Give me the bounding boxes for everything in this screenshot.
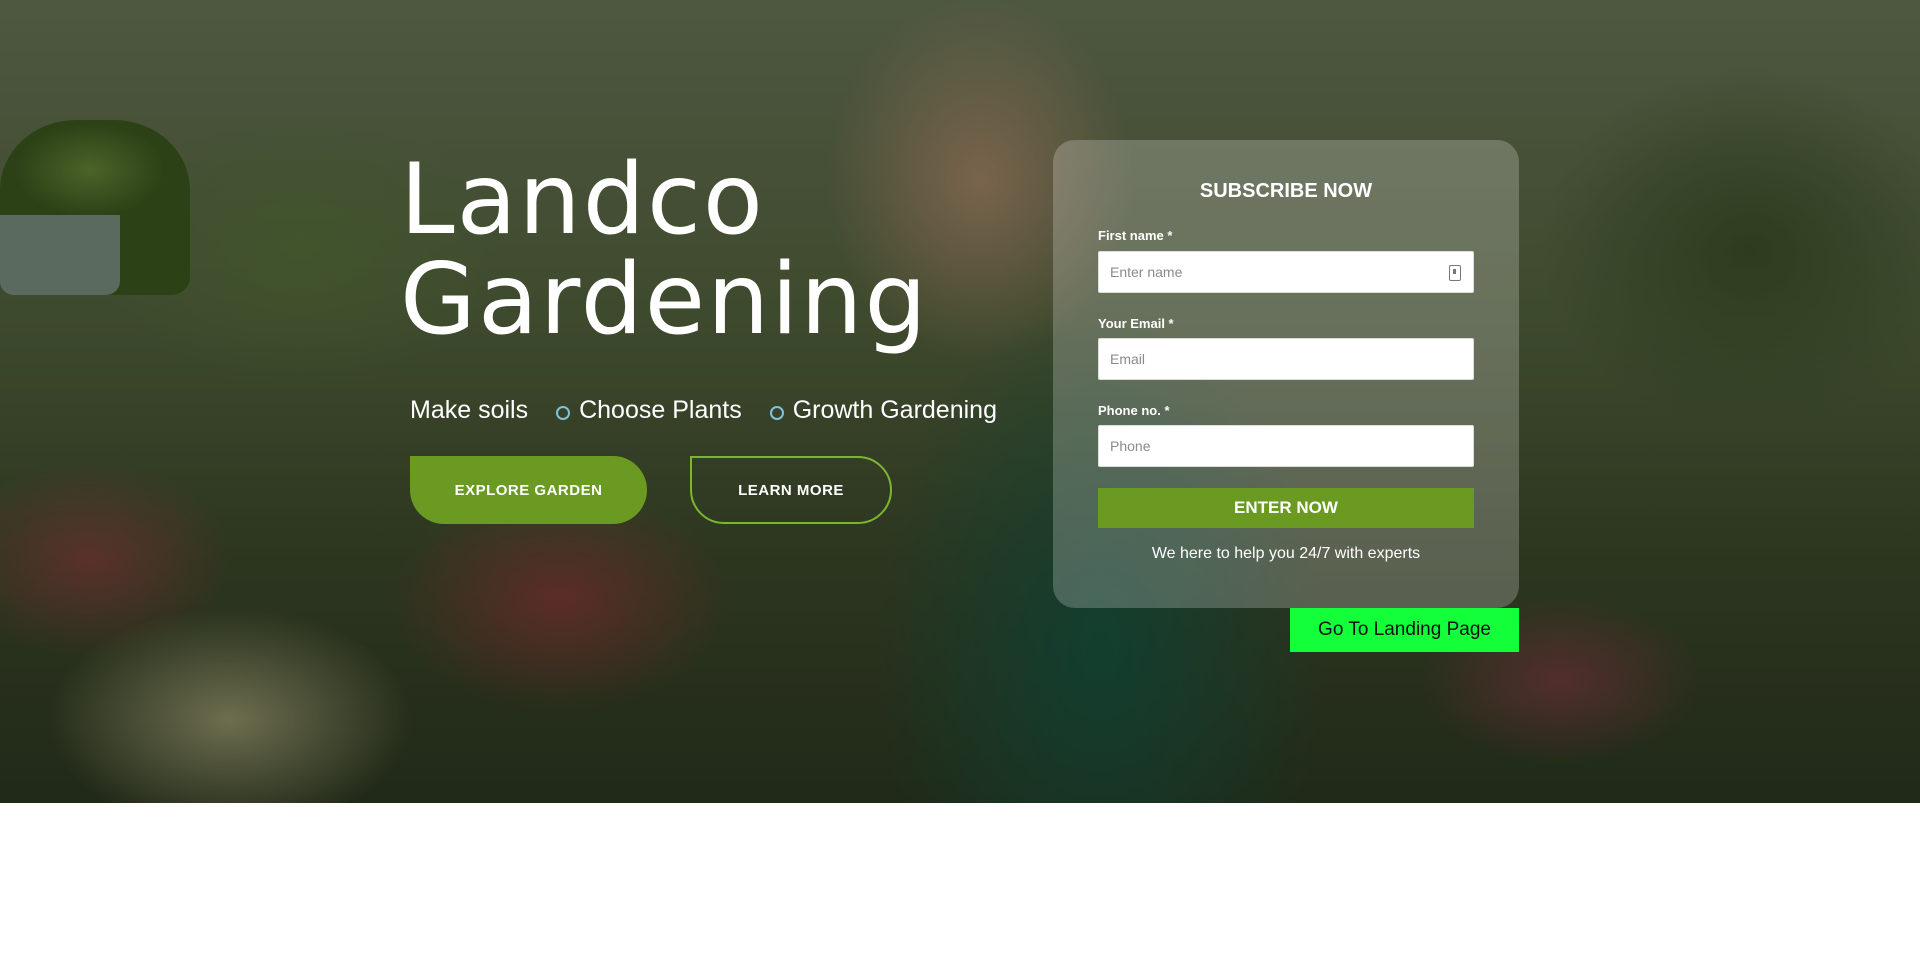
feature-item: Growth Gardening	[769, 396, 997, 425]
contact-card-icon	[1449, 265, 1461, 281]
email-input[interactable]	[1099, 339, 1473, 379]
subscribe-title: SUBSCRIBE NOW	[1199, 180, 1373, 202]
circle-bullet-icon	[556, 405, 571, 420]
phone-field-wrapper	[1098, 425, 1474, 467]
subscribe-form: SUBSCRIBE NOW First name * Your Email * …	[1053, 140, 1519, 608]
learn-more-button[interactable]: LEARN MORE	[690, 456, 892, 524]
email-field-wrapper	[1098, 338, 1474, 380]
first-name-field-wrapper	[1098, 251, 1474, 293]
phone-input[interactable]	[1099, 426, 1473, 466]
phone-label: Phone no. *	[1098, 403, 1170, 418]
explore-garden-button[interactable]: EXPLORE GARDEN	[410, 456, 647, 524]
circle-bullet-icon	[769, 405, 784, 420]
hero-title-line1: Landco	[400, 143, 765, 257]
hero-title-line2: Gardening	[400, 243, 929, 357]
help-text: We here to help you 24/7 with experts	[1151, 545, 1421, 562]
enter-now-button[interactable]: ENTER NOW	[1098, 488, 1474, 528]
first-name-label: First name *	[1098, 228, 1173, 243]
feature-label: Make soils	[410, 396, 529, 424]
email-label: Your Email *	[1098, 316, 1174, 331]
hero-title: Landco Gardening	[400, 150, 1000, 350]
hero-content: Landco Gardening Make soils Choose Plant…	[0, 0, 1920, 969]
feature-item: Make soils	[410, 396, 528, 425]
feature-label: Growth Gardening	[792, 396, 997, 424]
feature-item: Choose Plants	[556, 396, 742, 425]
feature-list: Make soils Choose Plants Growth Gardenin…	[410, 396, 1025, 425]
first-name-input[interactable]	[1099, 252, 1473, 292]
feature-label: Choose Plants	[579, 396, 742, 424]
go-to-landing-page-button[interactable]: Go To Landing Page	[1290, 608, 1519, 652]
